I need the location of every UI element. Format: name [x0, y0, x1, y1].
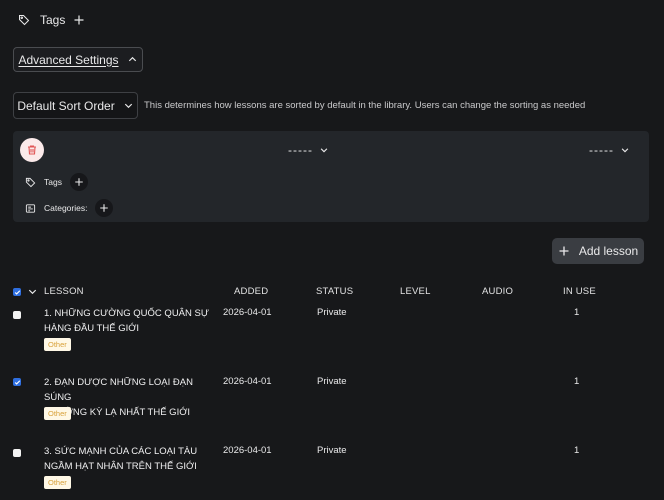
add-lesson-label: Add lesson	[578, 244, 639, 258]
lesson-tag-badge: Other	[44, 476, 71, 489]
lesson-title-line: NGẦM HẠT NHÂN TRÊN THẾ GIỚI	[44, 461, 197, 472]
column-header-lesson[interactable]: LESSON	[44, 286, 84, 297]
select-all-checkbox[interactable]	[13, 288, 21, 296]
filter-select-1[interactable]: -----	[288, 143, 329, 157]
plus-icon	[558, 245, 570, 257]
row-checkbox[interactable]	[13, 449, 21, 457]
lesson-title-line: HÀNG ĐẦU THẾ GIỚI	[44, 323, 140, 334]
tags-row: Tags	[18, 13, 85, 27]
column-header-audio[interactable]: AUDIO	[482, 286, 513, 297]
table-row[interactable]: 3. SỨC MẠNH CỦA CÁC LOẠI TÀU NGẦM HẠT NH…	[0, 443, 664, 500]
filter-panel: ----- ----- Tags Categories:	[13, 131, 649, 222]
status-value: Private	[317, 445, 347, 456]
filter-categories-label: Categories:	[44, 203, 88, 213]
row-checkbox[interactable]	[13, 311, 21, 319]
lesson-tag-badge: Other	[44, 407, 71, 420]
column-header-in-use[interactable]: IN USE	[563, 286, 596, 297]
in-use-count: 1	[574, 307, 580, 318]
lesson-title[interactable]: 3. SỨC MẠNH CỦA CÁC LOẠI TÀU NGẦM HẠT NH…	[44, 444, 219, 474]
lesson-title-line: 2. ĐẠN DƯỢC NHỮNG LOẠI ĐẠN SÚNG	[44, 377, 193, 403]
add-filter-tag-button[interactable]	[69, 173, 88, 191]
column-header-added[interactable]: ADDED	[234, 286, 268, 297]
tag-icon	[18, 14, 30, 26]
status-value: Private	[317, 376, 347, 387]
in-use-count: 1	[574, 376, 580, 387]
trash-icon	[26, 144, 38, 156]
lesson-tag-badge: Other	[44, 338, 71, 351]
chevron-down-icon	[620, 145, 630, 155]
column-header-status[interactable]: STATUS	[316, 286, 353, 297]
row-checkbox[interactable]	[13, 378, 21, 386]
filter-select-2-value: -----	[589, 143, 614, 157]
add-tag-icon[interactable]	[73, 14, 85, 26]
chevron-up-icon	[127, 54, 138, 65]
chevron-down-icon[interactable]	[27, 286, 38, 297]
filter-tags-label: Tags	[44, 177, 62, 187]
lesson-title[interactable]: 1. NHỮNG CƯỜNG QUỐC QUÂN SỰ HÀNG ĐẦU THẾ…	[44, 306, 219, 336]
filter-select-1-value: -----	[288, 143, 313, 157]
tag-icon	[25, 177, 36, 188]
tags-label: Tags	[40, 13, 66, 27]
status-value: Private	[317, 307, 347, 318]
added-date: 2026-04-01	[223, 376, 272, 387]
table-row[interactable]: 1. NHỮNG CƯỜNG QUỐC QUÂN SỰ HÀNG ĐẦU THẾ…	[0, 305, 664, 367]
advanced-settings-label: Advanced Settings	[18, 52, 119, 67]
added-date: 2026-04-01	[223, 307, 272, 318]
filter-tags-row: Tags	[25, 173, 88, 191]
advanced-settings-button[interactable]: Advanced Settings	[13, 47, 143, 72]
sort-order-label: Default Sort Order	[17, 98, 115, 113]
sort-order-description: This determines how lessons are sorted b…	[144, 100, 586, 111]
chevron-down-icon	[319, 145, 329, 155]
category-icon	[25, 203, 36, 214]
added-date: 2026-04-01	[223, 445, 272, 456]
default-sort-order-dropdown[interactable]: Default Sort Order	[13, 92, 138, 119]
chevron-down-icon	[123, 100, 134, 111]
add-filter-category-button[interactable]	[95, 199, 114, 217]
lesson-title-line: 1. NHỮNG CƯỜNG QUỐC QUÂN SỰ	[44, 308, 209, 319]
filter-categories-row: Categories:	[25, 199, 114, 217]
filter-select-2[interactable]: -----	[589, 143, 630, 157]
in-use-count: 1	[574, 445, 580, 456]
table-row[interactable]: 2. ĐẠN DƯỢC NHỮNG LOẠI ĐẠN SÚNG TRƯỜNG K…	[0, 374, 664, 436]
add-lesson-button[interactable]: Add lesson	[552, 238, 644, 264]
column-header-level[interactable]: LEVEL	[400, 286, 431, 297]
delete-button[interactable]	[20, 138, 44, 162]
lesson-title-line: 3. SỨC MẠNH CỦA CÁC LOẠI TÀU	[44, 446, 198, 457]
